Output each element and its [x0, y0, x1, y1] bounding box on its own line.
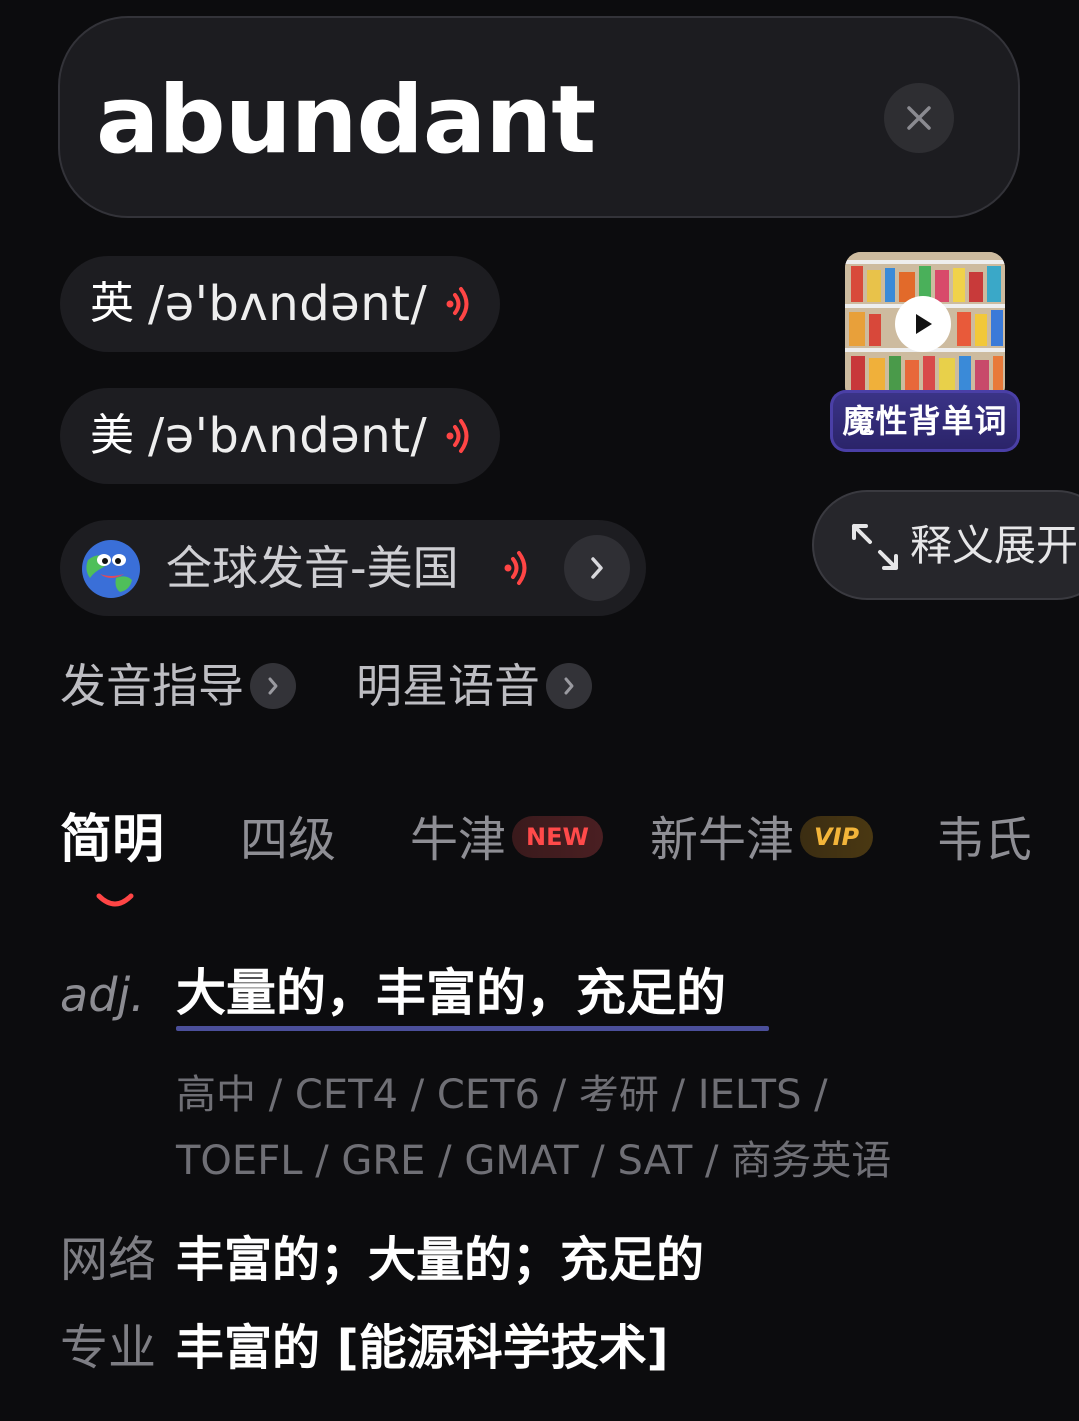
tab-cet4[interactable]: 四级 — [240, 810, 336, 870]
expand-definitions-button[interactable]: 释义展开 — [812, 490, 1079, 600]
tab-label: 韦氏 — [936, 812, 1033, 868]
pronunciation-region-label: 英 — [90, 278, 134, 329]
active-tab-indicator — [96, 893, 134, 907]
definition-underline — [176, 1026, 769, 1031]
search-input[interactable]: abundant — [96, 66, 596, 176]
chevron-right-icon — [546, 662, 592, 709]
pronunciation-guide-label: 发音指导 — [60, 659, 244, 713]
play-button[interactable] — [895, 296, 951, 352]
new-badge: NEW — [512, 816, 603, 858]
chevron-right-icon — [591, 557, 603, 579]
web-definition-row: 网络 丰富的；大量的；充足的 — [60, 1230, 704, 1290]
video-card[interactable]: 魔性背单词 — [830, 252, 1020, 452]
pronunciation-us[interactable]: 美 /ə'bʌndənt/ — [60, 388, 500, 484]
celebrity-voice-label: 明星语音 — [356, 659, 540, 713]
pronunciation-guide-link[interactable]: 发音指导 — [60, 658, 296, 714]
expand-definitions-label: 释义展开 — [910, 521, 1079, 570]
global-pronunciation-label: 全球发音-美国 — [166, 541, 459, 595]
exam-tags: 高中 / CET4 / CET6 / 考研 / IELTS / TOEFL / … — [176, 1062, 976, 1194]
web-definition-label: 网络 — [60, 1232, 157, 1288]
professional-definition-text: 丰富的 [能源科学技术] — [176, 1320, 669, 1376]
vip-badge: VIP — [800, 816, 874, 858]
tab-label: 简明 — [60, 810, 165, 870]
pronunciation-uk[interactable]: 英 /ə'bʌndənt/ — [60, 256, 500, 352]
tab-oxford[interactable]: 牛津 NEW — [410, 810, 603, 870]
pronunciation-region-label: 美 — [90, 410, 134, 461]
play-icon — [916, 314, 932, 334]
celebrity-voice-link[interactable]: 明星语音 — [356, 658, 592, 714]
chevron-right-icon — [250, 662, 296, 709]
pronunciation-ipa: /ə'bʌndənt/ — [148, 276, 428, 332]
tab-webster[interactable]: 韦氏 — [936, 810, 1032, 870]
professional-definition-label: 专业 — [60, 1320, 157, 1376]
part-of-speech: adj. — [60, 968, 145, 1022]
definition-meaning[interactable]: 大量的，丰富的，充足的 — [176, 962, 726, 1024]
global-pronunciation-more-button[interactable] — [564, 535, 630, 601]
professional-definition-row: 专业 丰富的 [能源科学技术] — [60, 1318, 669, 1378]
tab-new-oxford[interactable]: 新牛津 VIP — [650, 810, 874, 870]
tab-label: 四级 — [240, 812, 337, 868]
globe-mascot-icon — [82, 540, 140, 598]
global-pronunciation[interactable]: 全球发音-美国 — [60, 520, 646, 616]
tab-concise[interactable]: 简明 — [60, 810, 164, 870]
speaker-icon[interactable] — [446, 284, 472, 324]
clear-button[interactable] — [884, 83, 954, 153]
close-icon — [907, 106, 931, 130]
speaker-icon[interactable] — [446, 416, 472, 456]
exam-tags-line: TOEFL / GRE / GMAT / SAT / 商务英语 — [176, 1138, 892, 1184]
pronunciation-ipa: /ə'bʌndənt/ — [148, 408, 428, 464]
tab-label: 牛津 — [410, 812, 507, 868]
tab-label: 新牛津 — [650, 812, 795, 868]
exam-tags-line: 高中 / CET4 / CET6 / 考研 / IELTS / — [176, 1072, 828, 1118]
video-thumbnail — [845, 252, 1005, 402]
web-definition-text: 丰富的；大量的；充足的 — [176, 1232, 705, 1288]
speaker-icon[interactable] — [504, 548, 530, 588]
expand-icon — [852, 524, 898, 570]
video-card-label: 魔性背单词 — [830, 390, 1020, 452]
